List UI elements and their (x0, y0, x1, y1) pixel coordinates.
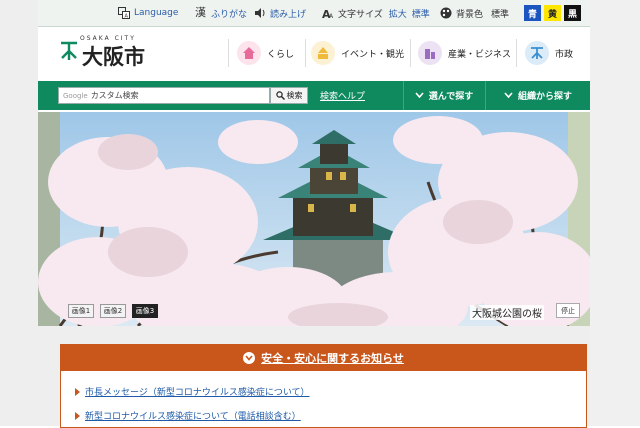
arrow-right-icon (75, 411, 80, 420)
safety-notice-header: 安全・安心に関するお知らせ (61, 345, 586, 371)
slide-2-button[interactable]: 画像2 (100, 304, 126, 318)
text-size-icon: AA (322, 8, 334, 19)
notice-link-label: 市長メッセージ（新型コロナウイルス感染症について） (85, 388, 310, 398)
furigana-link[interactable]: 漢 ふりがな (195, 0, 247, 26)
notice-link[interactable]: 市長メッセージ（新型コロナウイルス感染症について） (75, 385, 310, 398)
hero-slideshow (38, 112, 590, 326)
city-emblem-icon (525, 41, 549, 65)
bg-color-control: 背景色 標準 (440, 0, 509, 26)
safety-notice-panel: 安全・安心に関するお知らせ 市長メッセージ（新型コロナウイルス感染症について） … (60, 344, 587, 428)
search-button-label: 検索 (286, 91, 303, 100)
city-emblem-icon (61, 41, 77, 60)
slide-1-button[interactable]: 画像1 (68, 304, 94, 318)
logo-name: 大阪市 (82, 45, 145, 69)
bg-black-button[interactable]: 黒 (564, 5, 581, 21)
nav-divider (410, 39, 411, 67)
hero-caption: 大阪城公園の桜 (470, 305, 544, 320)
bg-color-label: 背景色 (456, 9, 484, 20)
nav-events[interactable]: イベント・観光 (311, 37, 404, 69)
chevron-down-circle-icon (243, 352, 256, 364)
search-placeholder: カスタム検索 (90, 91, 139, 100)
right-background-strip (590, 0, 640, 426)
search-input[interactable]: Google カスタム検索 (58, 87, 270, 104)
bg-yellow-button[interactable]: 黄 (544, 5, 561, 21)
palette-icon (440, 7, 452, 19)
chevron-down-icon (504, 92, 513, 99)
org-search-label: 組織から探す (517, 92, 572, 102)
text-enlarge-link[interactable]: 拡大 (389, 7, 407, 20)
language-link[interactable]: A Language (118, 0, 178, 26)
translate-icon: A (118, 7, 130, 19)
speaker-icon (255, 8, 265, 18)
furigana-label: ふりがな (211, 9, 248, 20)
bar-divider (485, 81, 486, 110)
svg-text:A: A (125, 14, 129, 20)
slide-3-button[interactable]: 画像3 (132, 304, 158, 318)
safety-notice-title[interactable]: 安全・安心に関するお知らせ (261, 350, 404, 366)
building-icon (418, 41, 442, 65)
kanji-icon: 漢 (195, 6, 206, 19)
choose-search-label: 選んで探す (428, 92, 474, 102)
site-header: OSAKA CITY 大阪市 くらし イベント・観光 産業・ビジネス 市政 (38, 27, 590, 79)
event-icon (311, 41, 335, 65)
read-aloud-link[interactable]: 読み上げ (254, 0, 306, 26)
nav-label: 産業・ビジネス (448, 49, 512, 60)
bar-divider (403, 81, 404, 110)
org-search-button[interactable]: 組織から探す (490, 81, 586, 110)
bg-blue-button[interactable]: 青 (524, 5, 541, 21)
svg-text:A: A (329, 13, 334, 19)
read-aloud-label: 読み上げ (270, 9, 307, 20)
chevron-down-icon (415, 92, 424, 99)
nav-city-government[interactable]: 市政 (525, 37, 573, 69)
choose-search-button[interactable]: 選んで探す (406, 81, 482, 110)
search-icon (275, 91, 285, 100)
notice-link[interactable]: 新型コロナウイルス感染症について（電話相談含む） (75, 409, 301, 422)
osaka-castle-cherry-blossom-photo (38, 112, 590, 326)
nav-label: イベント・観光 (341, 49, 405, 60)
text-standard-link[interactable]: 標準 (412, 7, 430, 20)
page: A Language 漢 ふりがな 読み上げ AA 文字サイズ 拡大 標準 背景… (38, 0, 590, 428)
google-label: Google (63, 91, 88, 100)
nav-business[interactable]: 産業・ビジネス (418, 37, 511, 69)
nav-label: くらし (267, 49, 295, 60)
nav-kurashi[interactable]: くらし (237, 37, 294, 69)
left-background-strip (0, 0, 38, 426)
search-button[interactable]: 検索 (270, 87, 308, 104)
search-help-link[interactable]: 検索ヘルプ (320, 89, 365, 102)
text-size-label: 文字サイズ (338, 9, 383, 20)
nav-divider (516, 39, 517, 67)
arrow-right-icon (75, 387, 80, 396)
search-bar: Google カスタム検索 検索 検索ヘルプ 選んで探す 組織から探す (38, 81, 590, 110)
nav-divider (305, 39, 306, 67)
language-label: Language (134, 8, 179, 18)
notice-link-label: 新型コロナウイルス感染症について（電話相談含む） (85, 412, 301, 422)
text-size-control: AA 文字サイズ 拡大 標準 (322, 0, 430, 26)
house-icon (237, 41, 261, 65)
nav-label: 市政 (555, 49, 574, 60)
bg-standard-link[interactable]: 標準 (491, 7, 509, 20)
utility-bar: A Language 漢 ふりがな 読み上げ AA 文字サイズ 拡大 標準 背景… (38, 0, 590, 27)
slideshow-stop-button[interactable]: 停止 (556, 303, 580, 318)
nav-divider (228, 39, 229, 67)
